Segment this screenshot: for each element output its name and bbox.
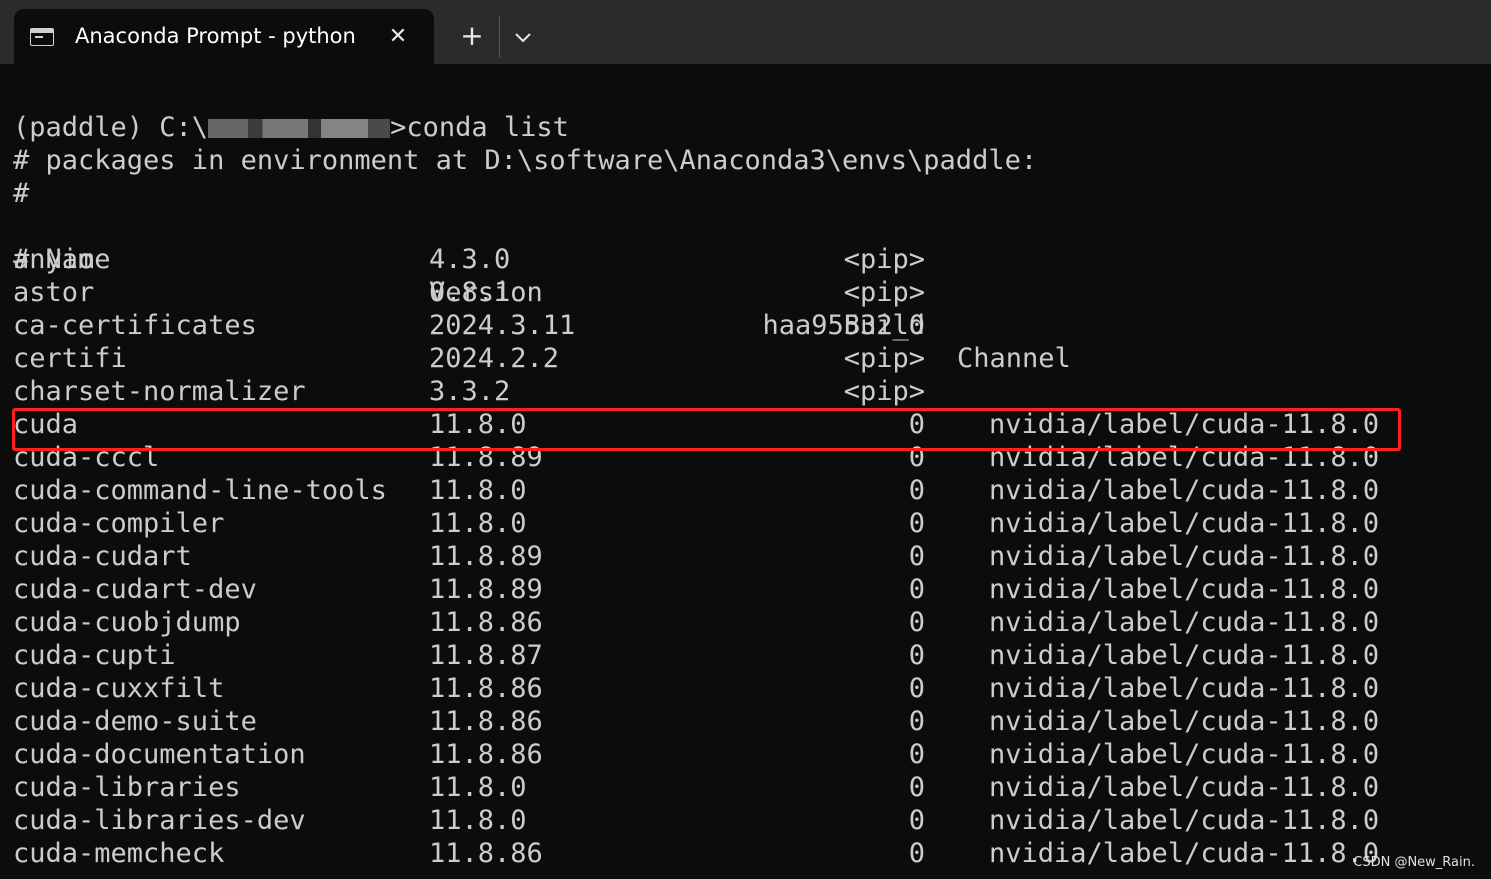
table-row: anyio 4.3.0 <pip>: [13, 243, 1413, 276]
package-channel: nvidia/label/cuda-11.8.0: [989, 475, 1380, 506]
package-build: <pip>: [843, 277, 925, 308]
package-build: 0: [908, 640, 925, 671]
table-row: cuda-libraries-dev 11.8.0 0 nvidia/label/cu…: [13, 804, 1413, 837]
prompt-command: >conda list: [390, 112, 569, 143]
tab-title: Anaconda Prompt - python: [75, 24, 356, 48]
package-channel: nvidia/label/cuda-11.8.0: [989, 772, 1380, 803]
table-row: cuda-cudart 11.8.89 0 nvidia/label/cuda-11.…: [13, 540, 1413, 573]
package-build: 0: [908, 772, 925, 803]
redacted-path: [208, 119, 391, 138]
package-build: <pip>: [843, 343, 925, 374]
package-channel: nvidia/label/cuda-11.8.0: [989, 508, 1380, 539]
package-channel: nvidia/label/cuda-11.8.0: [989, 838, 1380, 869]
table-row: cuda-cuobjdump 11.8.86 0 nvidia/label/cuda-…: [13, 606, 1413, 639]
table-row: cuda-memcheck 11.8.86 0 nvidia/label/cuda-1…: [13, 837, 1413, 870]
table-row: cuda-command-line-tools 11.8.0 0 nvidia/lab…: [13, 474, 1413, 507]
prompt-line: (paddle) C:\ >conda list: [13, 111, 569, 144]
close-icon[interactable]: ✕: [386, 25, 410, 49]
package-channel: nvidia/label/cuda-11.8.0: [989, 739, 1380, 770]
table-row: cuda-compiler 11.8.0 0 nvidia/label/cuda-11…: [13, 507, 1413, 540]
watermark: CSDN @New_Rain.: [1353, 855, 1475, 870]
table-row: charset-normalizer 3.3.2 <pip>: [13, 375, 1413, 408]
package-build: <pip>: [843, 244, 925, 275]
chevron-down-icon[interactable]: [509, 24, 537, 52]
package-build: 0: [908, 541, 925, 572]
table-row: astor 0.8.1 <pip>: [13, 276, 1413, 309]
terminal-output[interactable]: (paddle) C:\ >conda list # packages in en…: [0, 64, 1491, 879]
table-row: ca-certificates 2024.3.11 haa95532_0: [13, 309, 1413, 342]
package-build: 0: [908, 574, 925, 605]
package-channel: nvidia/label/cuda-11.8.0: [989, 706, 1380, 737]
table-row: certifi 2024.2.2 <pip>: [13, 342, 1413, 375]
table-row: cuda-cupti 11.8.87 0 nvidia/label/cuda-11.8…: [13, 639, 1413, 672]
table-row: cuda-demo-suite 11.8.86 0 nvidia/label/cuda…: [13, 705, 1413, 738]
package-channel: nvidia/label/cuda-11.8.0: [989, 541, 1380, 572]
table-row: cuda-libraries 11.8.0 0 nvidia/label/cuda-1…: [13, 771, 1413, 804]
package-build: 0: [908, 706, 925, 737]
titlebar-divider: [499, 16, 500, 58]
package-build: <pip>: [843, 376, 925, 407]
package-channel: nvidia/label/cuda-11.8.0: [989, 805, 1380, 836]
package-build: haa95532_0: [762, 310, 925, 341]
package-build: 0: [908, 475, 925, 506]
table-row: cuda-cudart-dev 11.8.89 0 nvidia/label/cuda…: [13, 573, 1413, 606]
package-build: 0: [908, 805, 925, 836]
package-build: 0: [908, 508, 925, 539]
hash-line: #: [13, 178, 30, 209]
package-channel: nvidia/label/cuda-11.8.0: [989, 574, 1380, 605]
package-build: 0: [908, 838, 925, 869]
table-header: # Name Version Build Channel: [13, 210, 1413, 374]
package-channel: nvidia/label/cuda-11.8.0: [989, 640, 1380, 671]
package-channel: nvidia/label/cuda-11.8.0: [989, 673, 1380, 704]
table-row: cuda-cuxxfilt 11.8.86 0 nvidia/label/cuda-1…: [13, 672, 1413, 705]
package-build: 0: [908, 739, 925, 770]
package-build: 0: [908, 673, 925, 704]
env-line: # packages in environment at D:\software…: [13, 145, 1038, 176]
title-bar: Anaconda Prompt - python ✕ +: [0, 0, 1491, 65]
highlight-box: [12, 408, 1401, 451]
tab-anaconda-prompt[interactable]: Anaconda Prompt - python ✕: [14, 9, 434, 65]
terminal-icon: [30, 28, 54, 46]
table-row: cuda-documentation 11.8.86 0 nvidia/label/c…: [13, 738, 1413, 771]
package-build: 0: [908, 607, 925, 638]
new-tab-button[interactable]: +: [456, 22, 488, 54]
package-channel: nvidia/label/cuda-11.8.0: [989, 607, 1380, 638]
prompt-prefix: (paddle) C:\: [13, 112, 209, 143]
